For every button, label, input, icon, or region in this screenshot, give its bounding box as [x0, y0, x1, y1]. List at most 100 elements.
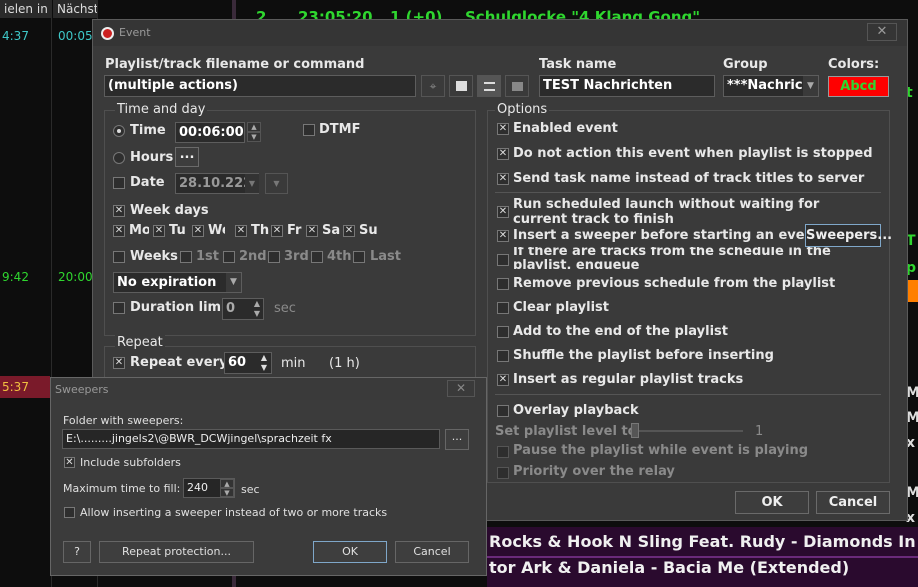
- option-checkbox[interactable]: ✕: [497, 230, 509, 242]
- date-label: Date: [130, 175, 165, 190]
- repeat-hint: (1 h): [329, 356, 360, 371]
- option-checkbox[interactable]: [497, 405, 509, 417]
- option-checkbox[interactable]: [497, 326, 509, 338]
- sweepers-button[interactable]: Sweepers...: [805, 224, 892, 247]
- day-label: Th: [251, 223, 270, 238]
- list-time: 9:42: [2, 270, 29, 284]
- day-checkbox-su[interactable]: ✕: [343, 225, 355, 237]
- week-label: 4th: [327, 249, 352, 264]
- day-checkbox-mo[interactable]: ✕: [113, 225, 125, 237]
- priority-checkbox[interactable]: [497, 467, 509, 479]
- option-checkbox[interactable]: [497, 302, 509, 314]
- option-checkbox[interactable]: ✕: [497, 148, 509, 160]
- cancel-button[interactable]: Cancel: [395, 541, 469, 563]
- spin-up-icon[interactable]: ▲: [247, 122, 261, 132]
- spin-icon[interactable]: ▲ ▼: [250, 299, 264, 319]
- day-checkbox-sa[interactable]: ✕: [306, 225, 318, 237]
- close-icon[interactable]: ✕: [447, 380, 475, 397]
- week-checkbox[interactable]: [180, 251, 192, 263]
- day-label: Mo: [129, 223, 149, 238]
- allow-checkbox[interactable]: [64, 507, 75, 518]
- repeat-protection-button[interactable]: Repeat protection...: [99, 541, 254, 563]
- playlist-row[interactable]: tor Ark & Daniela - Bacia Me (Extended): [489, 558, 849, 577]
- repeat-checkbox[interactable]: ✕: [113, 357, 125, 369]
- pick-icon[interactable]: ⌖: [421, 75, 445, 97]
- cancel-button[interactable]: Cancel: [816, 491, 890, 514]
- option-label: Do not action this event when playlist i…: [513, 146, 873, 161]
- spin-up-icon[interactable]: ▲: [220, 479, 234, 488]
- window-icon[interactable]: [505, 75, 529, 97]
- option-checkbox[interactable]: [497, 254, 509, 266]
- close-icon[interactable]: ✕: [867, 23, 897, 41]
- chevron-down-icon[interactable]: ▼: [226, 273, 241, 292]
- enqueue-label-clip: If there are tracks from the schedule in…: [513, 247, 877, 269]
- day-checkbox-th[interactable]: ✕: [235, 225, 247, 237]
- weeks-checkbox[interactable]: [113, 251, 125, 263]
- help-button[interactable]: ?: [63, 541, 91, 563]
- task-name-input[interactable]: TEST Nachrichten: [539, 75, 715, 97]
- day-checkbox-we[interactable]: ✕: [192, 225, 204, 237]
- level-slider-track[interactable]: [631, 430, 743, 432]
- folder-input[interactable]: E:\.........jingels2\@BWR_DCWjingel\spra…: [62, 429, 440, 449]
- day-checkbox-fr[interactable]: ✕: [271, 225, 283, 237]
- option-checkbox[interactable]: [497, 278, 509, 290]
- level-slider-handle[interactable]: [631, 423, 639, 438]
- playlist-row[interactable]: Rocks & Hook N Sling Feat. Rudy - Diamon…: [489, 532, 918, 551]
- list-time: 4:37: [2, 29, 29, 43]
- level-value: 1: [755, 424, 764, 439]
- option-checkbox[interactable]: [497, 350, 509, 362]
- ok-button[interactable]: OK: [735, 491, 809, 514]
- subfolders-checkbox[interactable]: ✕: [64, 457, 75, 468]
- hours-button[interactable]: ...: [175, 147, 199, 167]
- week-checkbox[interactable]: [223, 251, 235, 263]
- option-checkbox[interactable]: ✕: [497, 173, 509, 185]
- app-icon: [101, 27, 114, 40]
- allow-label: Allow inserting a sweeper instead of two…: [80, 506, 388, 519]
- day-label: Fr: [287, 223, 302, 238]
- expiration-select[interactable]: No expiration: [113, 272, 242, 293]
- time-input[interactable]: 00:06:00: [175, 122, 245, 143]
- playlist-input[interactable]: (multiple actions): [104, 75, 416, 97]
- option-checkbox[interactable]: ✕: [497, 123, 509, 135]
- day-checkbox-tu[interactable]: ✕: [153, 225, 165, 237]
- calendar-button[interactable]: ▼: [265, 173, 288, 194]
- spin-icon[interactable]: ▲ ▼: [257, 353, 271, 373]
- folder-label: Folder with sweepers:: [63, 414, 184, 427]
- repeat-unit: min: [281, 356, 306, 371]
- ok-button[interactable]: OK: [313, 541, 387, 563]
- repeat-every-label: Repeat every: [130, 355, 228, 370]
- option-label: Run scheduled launch without waiting for…: [513, 197, 820, 227]
- week-checkbox[interactable]: [268, 251, 280, 263]
- hours-label: Hours: [130, 150, 174, 165]
- week-checkbox[interactable]: [353, 251, 365, 263]
- pause-checkbox[interactable]: [497, 446, 509, 458]
- subfolders-label: Include subfolders: [80, 456, 181, 469]
- dtmf-checkbox[interactable]: [303, 124, 315, 136]
- duration-checkbox[interactable]: [113, 302, 125, 314]
- chevron-down-icon[interactable]: ▼: [245, 174, 259, 193]
- hours-radio[interactable]: [113, 152, 125, 164]
- week-label: 3rd: [284, 249, 309, 264]
- spin-down-icon[interactable]: ▼: [220, 488, 234, 497]
- option-checkbox[interactable]: ✕: [497, 206, 509, 218]
- chevron-down-icon[interactable]: ▼: [803, 76, 818, 96]
- option-label: Insert a sweeper before starting an even…: [513, 228, 821, 243]
- duration-label: Duration limit: [130, 300, 232, 315]
- spin-down-icon[interactable]: ▼: [247, 132, 261, 142]
- colors-swatch[interactable]: Abcd: [828, 76, 889, 97]
- week-label: 1st: [196, 249, 219, 264]
- sweepers-dialog: Sweepers ✕ Folder with sweepers: E:\....…: [50, 377, 487, 576]
- option-checkbox[interactable]: ✕: [497, 374, 509, 386]
- time-radio[interactable]: [113, 125, 125, 137]
- file-icon[interactable]: [449, 75, 473, 97]
- week-days-checkbox[interactable]: ✕: [113, 205, 125, 217]
- browse-button[interactable]: ...: [445, 429, 469, 450]
- week-checkbox[interactable]: [311, 251, 323, 263]
- time-and-day-heading: Time and day: [115, 102, 208, 117]
- week-days-label: Week days: [130, 203, 209, 218]
- list-icon[interactable]: [477, 75, 501, 97]
- dtmf-label: DTMF: [319, 122, 361, 137]
- option-label: Send task name instead of track titles t…: [513, 171, 865, 186]
- sweepers-title: Sweepers: [55, 383, 109, 396]
- date-checkbox[interactable]: [113, 177, 125, 189]
